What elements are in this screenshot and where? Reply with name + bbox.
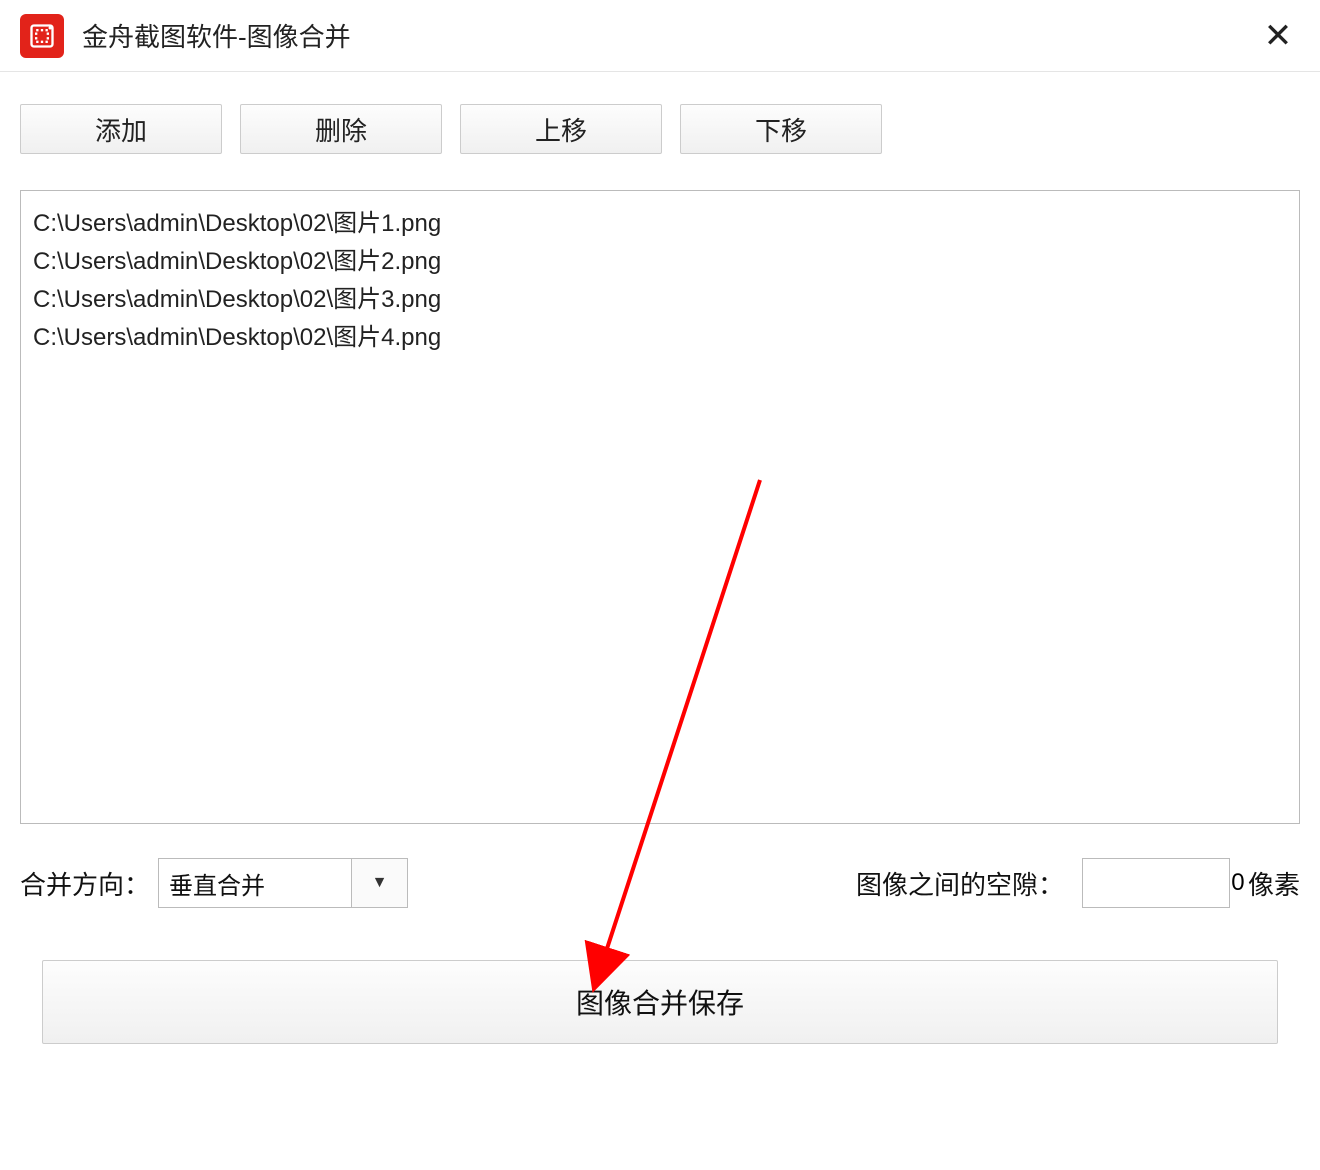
gap-spinner[interactable]: ˄ ˅ <box>1082 858 1230 908</box>
app-icon <box>20 14 64 58</box>
file-list[interactable]: C:\Users\admin\Desktop\02\图片1.png C:\Use… <box>20 190 1300 824</box>
list-item[interactable]: C:\Users\admin\Desktop\02\图片1.png <box>33 205 1287 243</box>
list-item[interactable]: C:\Users\admin\Desktop\02\图片2.png <box>33 243 1287 281</box>
move-down-button[interactable]: 下移 <box>680 104 882 154</box>
close-button[interactable]: ✕ <box>1256 14 1300 58</box>
dropdown-arrow[interactable]: ▼ <box>351 859 407 907</box>
close-icon: ✕ <box>1264 19 1293 53</box>
list-item[interactable]: C:\Users\admin\Desktop\02\图片3.png <box>33 281 1287 319</box>
toolbar: 添加 删除 上移 下移 <box>0 72 1320 154</box>
delete-button[interactable]: 删除 <box>240 104 442 154</box>
direction-value: 垂直合并 <box>159 859 351 907</box>
titlebar: 金舟截图软件-图像合并 ✕ <box>0 0 1320 72</box>
screenshot-icon <box>28 22 56 50</box>
window-title: 金舟截图软件-图像合并 <box>82 17 1256 54</box>
unit-label: 像素 <box>1248 865 1300 902</box>
move-up-button[interactable]: 上移 <box>460 104 662 154</box>
gap-label: 图像之间的空隙： <box>856 865 1064 902</box>
direction-label: 合并方向： <box>20 865 150 902</box>
list-item[interactable]: C:\Users\admin\Desktop\02\图片4.png <box>33 319 1287 357</box>
direction-dropdown[interactable]: 垂直合并 ▼ <box>158 858 408 908</box>
merge-save-button[interactable]: 图像合并保存 <box>42 960 1278 1044</box>
chevron-down-icon: ▼ <box>372 874 388 892</box>
add-button[interactable]: 添加 <box>20 104 222 154</box>
options-row: 合并方向： 垂直合并 ▼ 图像之间的空隙： ˄ ˅ 像素 <box>0 824 1320 908</box>
